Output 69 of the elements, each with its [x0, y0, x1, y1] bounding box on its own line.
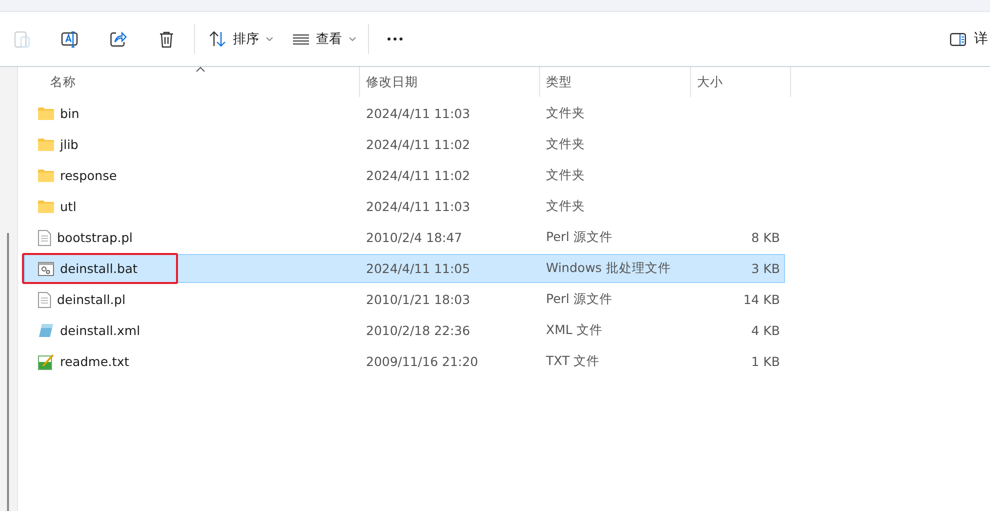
sort-arrows-icon: [209, 31, 226, 47]
details-pane-button[interactable]: 详: [946, 21, 990, 57]
column-header[interactable]: 大小: [691, 67, 791, 97]
file-type: Perl 源文件: [546, 291, 612, 306]
file-name: response: [60, 168, 117, 183]
xml-file-icon: [38, 323, 54, 338]
column-header[interactable]: 修改日期: [360, 67, 540, 97]
modified-date: 2009/11/16 21:20: [366, 354, 478, 369]
folder-icon: [38, 138, 54, 151]
file-row[interactable]: readme.txt 2009/11/16 21:20 TXT 文件 1 KB: [24, 347, 785, 376]
file-size: 8 KB: [751, 230, 780, 245]
file-size: 14 KB: [743, 292, 780, 307]
column-header[interactable]: 名称: [18, 67, 360, 97]
rename-icon: [61, 30, 79, 48]
toolbar-button[interactable]: 查看: [285, 21, 364, 57]
trash-icon: [158, 30, 174, 48]
modified-date: 2024/4/11 11:02: [366, 168, 470, 183]
modified-date: 2010/1/21 18:03: [366, 292, 470, 307]
modified-date: 2024/4/11 11:05: [366, 261, 470, 276]
file-type: 文件夹: [546, 167, 585, 182]
file-name: deinstall.xml: [60, 323, 140, 338]
file-name: readme.txt: [60, 354, 130, 369]
details-pane-icon: [950, 32, 966, 46]
sort-caret-icon: [196, 67, 205, 72]
file-name: bootstrap.pl: [57, 230, 133, 245]
file-type: 文件夹: [546, 198, 585, 213]
clipboard-icon: [14, 30, 30, 48]
file-name: deinstall.bat: [60, 261, 138, 276]
document-icon: [38, 230, 51, 246]
file-row[interactable]: bootstrap.pl 2010/2/4 18:47 Perl 源文件 8 KB: [24, 223, 785, 252]
file-row[interactable]: bin 2024/4/11 11:03 文件夹: [24, 99, 785, 128]
notepad-icon: [38, 354, 54, 370]
chevron-down-icon: [266, 37, 273, 41]
more-icon: [387, 37, 403, 41]
file-name: deinstall.pl: [57, 292, 126, 307]
file-type: 文件夹: [546, 105, 585, 120]
file-size: 4 KB: [751, 323, 780, 338]
modified-date: 2010/2/4 18:47: [366, 230, 462, 245]
folder-icon: [38, 200, 54, 213]
toolbar-button[interactable]: 排序: [201, 21, 281, 57]
column-header[interactable]: 类型: [540, 67, 691, 97]
file-type: XML 文件: [546, 322, 602, 337]
file-name: jlib: [60, 137, 78, 152]
file-row[interactable]: response 2024/4/11 11:02 文件夹: [24, 161, 785, 190]
folder-icon: [38, 169, 54, 182]
file-type: Perl 源文件: [546, 229, 612, 244]
file-row[interactable]: jlib 2024/4/11 11:02 文件夹: [24, 130, 785, 159]
file-row[interactable]: deinstall.xml 2010/2/18 22:36 XML 文件 4 KB: [24, 316, 785, 345]
file-type: Windows 批处理文件: [546, 260, 671, 275]
modified-date: 2024/4/11 11:03: [366, 199, 470, 214]
file-name: utl: [60, 199, 76, 214]
file-row[interactable]: deinstall.pl 2010/1/21 18:03 Perl 源文件 14 KB: [24, 285, 785, 314]
document-icon: [38, 292, 51, 308]
file-row[interactable]: deinstall.bat 2024/4/11 11:05 Windows 批处理文件 3 KB: [24, 254, 785, 283]
scrollbar-thumb[interactable]: [7, 233, 9, 511]
modified-date: 2024/4/11 11:03: [366, 106, 470, 121]
lines-icon: [293, 34, 309, 44]
chevron-down-icon: [349, 37, 356, 41]
modified-date: 2010/2/18 22:36: [366, 323, 470, 338]
gear-window-icon: [38, 262, 54, 276]
folder-icon: [38, 107, 54, 120]
share-icon: [110, 31, 126, 47]
file-size: 1 KB: [751, 354, 780, 369]
file-type: 文件夹: [546, 136, 585, 151]
file-type: TXT 文件: [546, 353, 600, 368]
file-size: 3 KB: [751, 261, 780, 276]
file-row[interactable]: utl 2024/4/11 11:03 文件夹: [24, 192, 785, 221]
modified-date: 2024/4/11 11:02: [366, 137, 470, 152]
file-name: bin: [60, 106, 80, 121]
